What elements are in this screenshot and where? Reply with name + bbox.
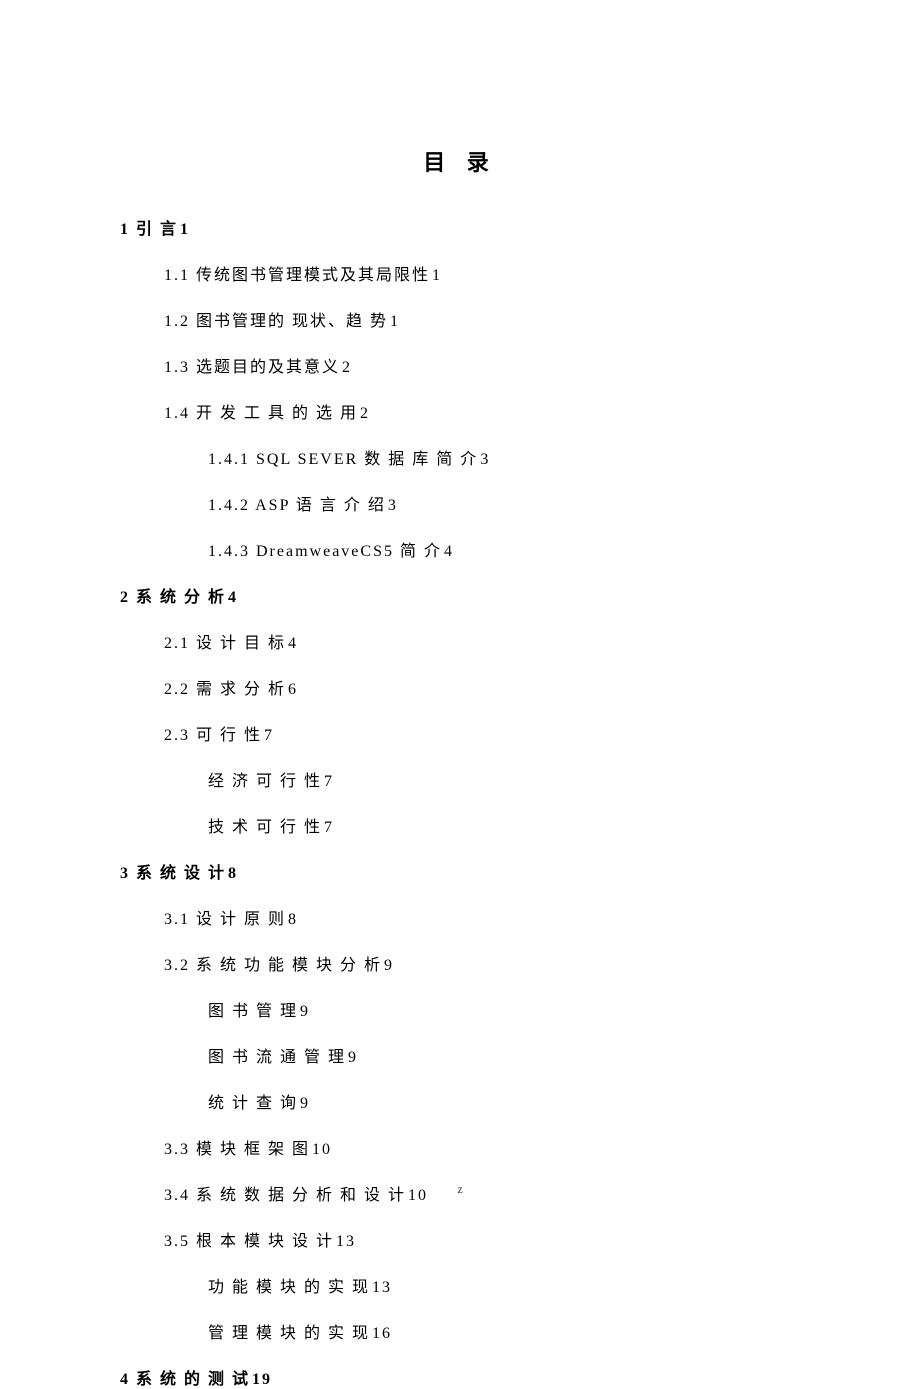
toc-entry-text: 图 书 流 通 管 理 xyxy=(208,1049,346,1066)
toc-entry-page: 3 xyxy=(388,497,398,514)
toc-entry-text: 3.5 根 本 模 块 设 计 xyxy=(164,1233,334,1250)
toc-entry-text: 管 理 模 块 的 实 现 xyxy=(208,1325,370,1342)
toc-entry-text: 2.2 需 求 分 析 xyxy=(164,681,286,698)
toc-entry: 2.2 需 求 分 析6 xyxy=(120,675,800,699)
toc-entry-text: 3.1 设 计 原 则 xyxy=(164,911,286,928)
toc-entry-page: 8 xyxy=(228,865,238,882)
toc-entry: 1.4.2 ASP 语 言 介 绍3 xyxy=(120,491,800,515)
toc-entry-text: 1.4 开 发 工 具 的 选 用 xyxy=(164,405,358,422)
toc-entry: 3 系 统 设 计8 xyxy=(120,859,800,883)
toc-entry-text: 3 系 统 设 计 xyxy=(120,865,226,882)
toc-entry-text: 1.3 选题目的及其意义 xyxy=(164,359,340,376)
toc-entry: 2.3 可 行 性7 xyxy=(120,721,800,745)
toc-entry: 1.4 开 发 工 具 的 选 用2 xyxy=(120,399,800,423)
toc-entry: 1.3 选题目的及其意义2 xyxy=(120,353,800,377)
toc-entry-text: 1.2 图书管理的 现状、趋 势 xyxy=(164,313,388,330)
toc-entry-page: 6 xyxy=(288,681,298,698)
toc-entry-text: 4 系 统 的 测 试 xyxy=(120,1371,250,1388)
toc-entry-text: 经 济 可 行 性 xyxy=(208,773,322,790)
toc-entry-text: 1.4.1 SQL SEVER 数 据 库 简 介 xyxy=(208,451,478,468)
toc-entry-page: 7 xyxy=(324,773,334,790)
toc-entry-text: 2.3 可 行 性 xyxy=(164,727,262,744)
toc-entry: 1.4.1 SQL SEVER 数 据 库 简 介3 xyxy=(120,445,800,469)
document-page: 目 录 1 引 言11.1 传统图书管理模式及其局限性11.2 图书管理的 现状… xyxy=(0,0,920,1389)
toc-entry-page: 2 xyxy=(360,405,370,422)
page-footer: z xyxy=(0,1182,920,1197)
toc-entry-text: 1 引 言 xyxy=(120,221,178,238)
toc-entry: 2.1 设 计 目 标4 xyxy=(120,629,800,653)
toc-entry: 1 引 言1 xyxy=(120,215,800,239)
toc-entry-text: 3.2 系 统 功 能 模 块 分 析 xyxy=(164,957,382,974)
toc-entry-text: 1.1 传统图书管理模式及其局限性 xyxy=(164,267,430,284)
toc-entry-page: 7 xyxy=(264,727,274,744)
toc-entry: 统 计 查 询9 xyxy=(120,1089,800,1113)
toc-entry-page: 16 xyxy=(372,1325,392,1342)
toc-entry-page: 7 xyxy=(324,819,334,836)
toc-entry-text: 1.4.2 ASP 语 言 介 绍 xyxy=(208,497,386,514)
toc-entry-page: 9 xyxy=(300,1095,310,1112)
toc-entry: 图 书 流 通 管 理9 xyxy=(120,1043,800,1067)
toc-entry-text: 技 术 可 行 性 xyxy=(208,819,322,836)
toc-title: 目 录 xyxy=(120,145,800,177)
toc-entry-page: 2 xyxy=(342,359,352,376)
toc-entry-page: 9 xyxy=(384,957,394,974)
toc-entry: 3.2 系 统 功 能 模 块 分 析9 xyxy=(120,951,800,975)
toc-entry: 1.4.3 DreamweaveCS5 简 介4 xyxy=(120,537,800,561)
toc-entry-page: 10 xyxy=(312,1141,332,1158)
toc-entry-page: 1 xyxy=(180,221,190,238)
toc-entry: 3.5 根 本 模 块 设 计13 xyxy=(120,1227,800,1251)
toc-entry-page: 9 xyxy=(348,1049,358,1066)
toc-entry-text: 1.4.3 DreamweaveCS5 简 介 xyxy=(208,543,442,560)
toc-entry: 1.2 图书管理的 现状、趋 势1 xyxy=(120,307,800,331)
toc-entry-text: 功 能 模 块 的 实 现 xyxy=(208,1279,370,1296)
toc-entry: 3.1 设 计 原 则8 xyxy=(120,905,800,929)
toc-entry: 功 能 模 块 的 实 现13 xyxy=(120,1273,800,1297)
toc-entry-text: 2.1 设 计 目 标 xyxy=(164,635,286,652)
toc-entry: 1.1 传统图书管理模式及其局限性1 xyxy=(120,261,800,285)
toc-entry: 图 书 管 理9 xyxy=(120,997,800,1021)
toc-entry-page: 4 xyxy=(444,543,454,560)
toc-entry-page: 19 xyxy=(252,1371,272,1388)
toc-entry: 3.3 模 块 框 架 图10 xyxy=(120,1135,800,1159)
toc-entry: 4 系 统 的 测 试19 xyxy=(120,1365,800,1389)
toc-entry-page: 4 xyxy=(228,589,238,606)
toc-container: 1 引 言11.1 传统图书管理模式及其局限性11.2 图书管理的 现状、趋 势… xyxy=(120,215,800,1389)
toc-entry: 2 系 统 分 析4 xyxy=(120,583,800,607)
toc-entry: 经 济 可 行 性7 xyxy=(120,767,800,791)
toc-entry-page: 3 xyxy=(480,451,490,468)
toc-entry-page: 8 xyxy=(288,911,298,928)
toc-entry-text: 图 书 管 理 xyxy=(208,1003,298,1020)
toc-entry-text: 统 计 查 询 xyxy=(208,1095,298,1112)
toc-entry-page: 13 xyxy=(336,1233,356,1250)
toc-entry-page: 1 xyxy=(390,313,400,330)
toc-entry-page: 9 xyxy=(300,1003,310,1020)
toc-entry-text: 3.3 模 块 框 架 图 xyxy=(164,1141,310,1158)
toc-entry-page: 1 xyxy=(432,267,442,284)
toc-entry-page: 13 xyxy=(372,1279,392,1296)
toc-entry-text: 2 系 统 分 析 xyxy=(120,589,226,606)
toc-entry-page: 4 xyxy=(288,635,298,652)
toc-entry: 技 术 可 行 性7 xyxy=(120,813,800,837)
toc-entry: 管 理 模 块 的 实 现16 xyxy=(120,1319,800,1343)
